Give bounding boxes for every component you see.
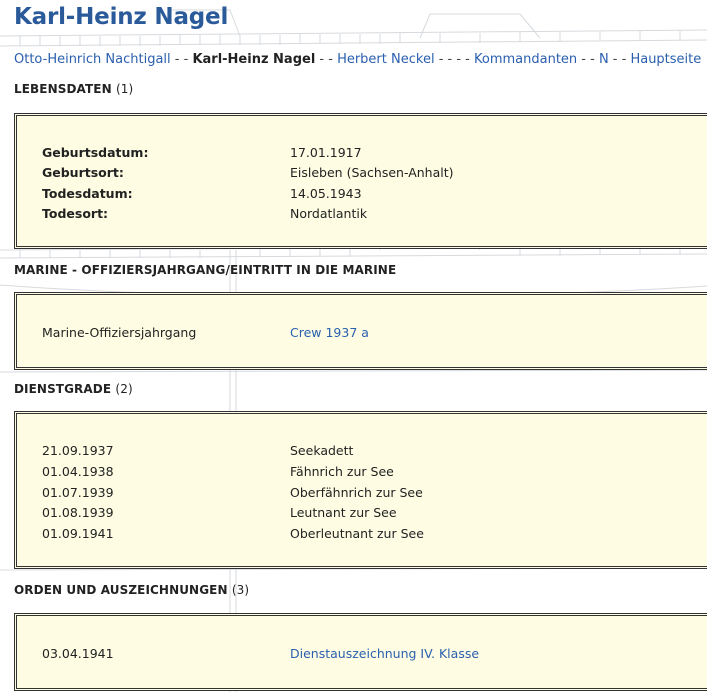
footnote-ref[interactable]: (3) (232, 583, 249, 597)
rank-date: 21.09.1937 (42, 443, 114, 458)
footnote-ref[interactable]: (2) (115, 382, 132, 396)
footnote-ref[interactable]: (1) (116, 82, 133, 96)
breadcrumb-prev-link[interactable]: Otto-Heinrich Nachtigall (14, 52, 171, 67)
field-label: Todesdatum: (42, 186, 133, 201)
rank-date: 01.07.1939 (42, 485, 114, 500)
section-heading-orden: ORDEN UND AUSZEICHNUNGEN (3) (14, 583, 249, 597)
marine-box: Marine-Offiziersjahrgang Crew 1937 a (14, 292, 707, 370)
field-label: Todesort: (42, 206, 109, 221)
crew-link[interactable]: Crew 1937 a (290, 323, 369, 343)
field-value: Nordatlantik (290, 206, 368, 221)
rank-date: 01.04.1938 (42, 464, 114, 479)
rank-name: Leutnant zur See (290, 505, 397, 520)
orden-box: 03.04.1941 Dienstauszeichnung IV. Klasse (14, 613, 707, 691)
section-heading-text: LEBENSDATEN (14, 82, 112, 96)
breadcrumb-separator: - - (608, 52, 631, 67)
breadcrumb: Otto-Heinrich Nachtigall - - Karl-Heinz … (14, 52, 701, 67)
field-label: Geburtsdatum: (42, 145, 149, 160)
rank-name: Oberleutnant zur See (290, 526, 424, 541)
field-value: 17.01.1917 (290, 145, 362, 160)
rank-name: Fähnrich zur See (290, 464, 394, 479)
lebensdaten-box: Geburtsdatum: 17.01.1917 Geburtsort: Eis… (14, 113, 707, 249)
breadcrumb-separator: - - (315, 52, 338, 67)
breadcrumb-home-link[interactable]: Hauptseite (630, 52, 701, 67)
section-heading-text: ORDEN UND AUSZEICHNUNGEN (14, 583, 228, 597)
rank-name: Oberfähnrich zur See (290, 485, 423, 500)
award-date: 03.04.1941 (42, 646, 114, 661)
rank-date: 01.09.1941 (42, 526, 114, 541)
page-title: Karl-Heinz Nagel (14, 4, 229, 30)
field-value: Eisleben (Sachsen-Anhalt) (290, 165, 454, 180)
field-value: 14.05.1943 (290, 186, 362, 201)
section-heading-marine: MARINE - OFFIZIERSJAHRGANG/EINTRITT IN D… (14, 263, 396, 277)
breadcrumb-current: Karl-Heinz Nagel (192, 52, 316, 67)
field-label: Marine-Offiziersjahrgang (42, 325, 197, 340)
breadcrumb-next-link[interactable]: Herbert Neckel (337, 52, 435, 67)
field-label: Geburtsort: (42, 165, 124, 180)
section-heading-text: DIENSTGRADE (14, 382, 112, 396)
breadcrumb-commanders-link[interactable]: Kommandanten (474, 52, 577, 67)
rank-name: Seekadett (290, 443, 354, 458)
breadcrumb-separator: - - (577, 52, 599, 67)
rank-date: 01.08.1939 (42, 505, 114, 520)
breadcrumb-letter-link[interactable]: N (599, 52, 609, 67)
section-heading-text: MARINE - OFFIZIERSJAHRGANG/EINTRITT IN D… (14, 263, 397, 277)
section-heading-dienstgrade: DIENSTGRADE (2) (14, 382, 133, 396)
breadcrumb-separator: - - - - (434, 52, 474, 67)
dienstgrade-box: 21.09.1937 Seekadett 01.04.1938 Fähnrich… (14, 411, 707, 569)
award-link[interactable]: Dienstauszeichnung IV. Klasse (290, 644, 479, 664)
breadcrumb-separator: - - (170, 52, 193, 67)
section-heading-lebensdaten: LEBENSDATEN (1) (14, 82, 133, 96)
